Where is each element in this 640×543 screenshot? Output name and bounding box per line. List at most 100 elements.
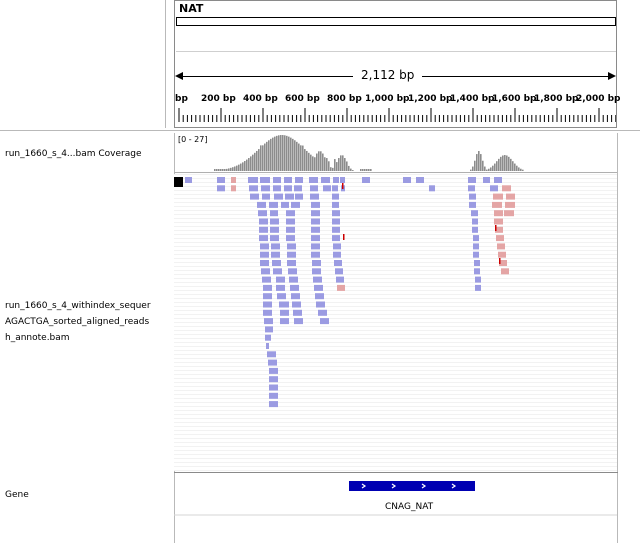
coverage-bar: [214, 169, 216, 171]
forward-read: [268, 359, 277, 366]
forward-read: [284, 185, 292, 192]
coverage-track-name[interactable]: run_1660_s_4...bam Coverage: [5, 146, 142, 162]
coverage-bar: [508, 156, 510, 171]
reverse-read: [231, 177, 236, 183]
forward-read: [291, 201, 300, 208]
coverage-bar: [484, 166, 486, 171]
forward-read: [289, 276, 298, 283]
coverage-bar: [254, 152, 256, 171]
tick-label: 2,000 bp: [576, 94, 621, 104]
coverage-bar: [290, 137, 292, 171]
coverage-bar: [330, 167, 332, 171]
coverage-track[interactable]: [0 - 27]: [174, 133, 617, 173]
forward-read: [471, 210, 478, 217]
coverage-bar: [244, 161, 246, 171]
alignment-track-name-line2[interactable]: AGACTGA_sorted_aligned_reads: [5, 314, 149, 330]
coverage-bar: [332, 167, 334, 171]
coverage-bar: [348, 165, 350, 171]
coverage-bar: [360, 169, 362, 171]
forward-read: [287, 243, 296, 250]
coverage-bar: [294, 140, 296, 171]
span-length-label: 2,112 bp: [353, 68, 423, 82]
coverage-bar: [520, 168, 522, 171]
forward-read: [469, 193, 476, 200]
forward-read: [260, 177, 270, 183]
forward-read: [332, 235, 340, 242]
tick-label: 1,000 bp: [365, 94, 410, 104]
ruler-panel[interactable]: NAT 2,112 bp bp 200 bp 400 bp 600 bp 800…: [174, 0, 621, 128]
forward-read: [323, 185, 331, 192]
coverage-bar: [318, 151, 320, 171]
coverage-bar: [274, 136, 276, 171]
forward-read: [257, 201, 266, 208]
coverage-bar: [470, 169, 472, 171]
forward-read: [332, 185, 338, 192]
coverage-bar: [288, 136, 290, 171]
coverage-bar: [242, 162, 244, 171]
forward-read: [286, 226, 295, 233]
coverage-bar: [522, 169, 524, 171]
forward-read: [266, 343, 269, 349]
alignment-track-name-line3[interactable]: h_annote.bam: [5, 330, 70, 346]
forward-read: [269, 367, 278, 374]
header-divider: [165, 0, 166, 128]
tick-label: 200 bp: [201, 94, 236, 104]
coverage-bar: [248, 158, 250, 171]
coverage-bar: [228, 168, 230, 171]
forward-read: [316, 301, 325, 308]
coverage-bar: [474, 160, 476, 171]
coverage-bar: [310, 154, 312, 171]
coverage-bar: [282, 135, 284, 171]
forward-read: [286, 235, 295, 242]
forward-read: [276, 284, 285, 291]
gene-track[interactable]: CNAG_NAT: [174, 474, 617, 543]
coverage-bar: [246, 159, 248, 171]
coverage-bar: [312, 156, 314, 171]
forward-read: [287, 251, 296, 258]
forward-read: [263, 309, 272, 316]
forward-read: [312, 268, 321, 275]
forward-read: [285, 193, 294, 200]
coverage-bar: [488, 168, 490, 171]
reverse-read: [493, 193, 503, 200]
forward-read: [277, 293, 286, 300]
coverage-bar: [482, 160, 484, 171]
forward-read: [315, 293, 324, 300]
forward-read: [335, 268, 343, 275]
tick-label: bp: [175, 94, 188, 104]
alignment-track[interactable]: [174, 174, 617, 471]
coverage-bar: [278, 135, 280, 171]
forward-read: [263, 293, 272, 300]
forward-read: [276, 276, 285, 283]
coverage-bar: [286, 135, 288, 171]
forward-read: [483, 177, 490, 183]
forward-read: [259, 226, 268, 233]
forward-read: [294, 185, 302, 192]
forward-read: [311, 243, 320, 250]
forward-read: [271, 251, 280, 258]
coverage-bar: [512, 161, 514, 171]
chromosome-ideogram[interactable]: [176, 17, 616, 26]
coverage-bar: [492, 165, 494, 171]
forward-read: [473, 235, 479, 242]
forward-read: [472, 226, 478, 233]
forward-read: [494, 177, 502, 183]
forward-read: [249, 185, 258, 192]
coverage-bar: [324, 157, 326, 171]
alignment-track-name-line1[interactable]: run_1660_s_4_withindex_sequer: [5, 298, 151, 314]
forward-read: [473, 251, 479, 258]
forward-read: [267, 351, 276, 358]
forward-read: [469, 201, 476, 208]
coverage-bar: [346, 161, 348, 171]
gene-track-name[interactable]: Gene: [5, 487, 29, 503]
chromosome-name[interactable]: NAT: [179, 2, 203, 15]
gene-label[interactable]: CNAG_NAT: [385, 502, 433, 512]
forward-read: [185, 177, 192, 183]
coverage-histogram: [174, 135, 617, 173]
coverage-bar: [222, 169, 224, 171]
forward-read: [263, 284, 272, 291]
coverage-bar: [506, 155, 508, 171]
tick-label: 1,600 bp: [492, 94, 537, 104]
forward-read: [274, 193, 283, 200]
span-arrow-left-icon: [175, 72, 183, 80]
